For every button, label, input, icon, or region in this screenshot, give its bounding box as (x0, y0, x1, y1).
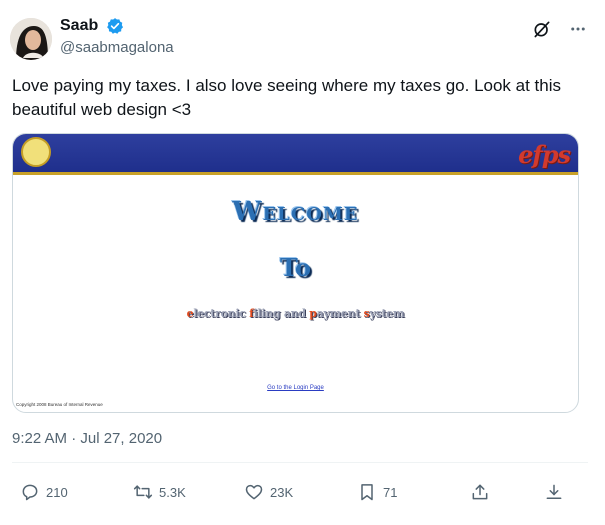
download-button[interactable] (544, 480, 564, 504)
grok-icon[interactable] (531, 18, 553, 40)
welcome-heading: Welcome (232, 197, 359, 227)
bookmark-icon (361, 484, 373, 501)
display-name[interactable]: Saab (60, 16, 98, 36)
reply-button[interactable]: 210 (20, 480, 68, 504)
verified-badge-icon (106, 17, 124, 35)
attached-image[interactable]: efps Welcome To electronic filing and pa… (12, 133, 579, 413)
share-button[interactable] (470, 480, 490, 504)
action-bar: 210 5.3K 23K 71 (12, 480, 587, 504)
repost-count: 5.3K (159, 484, 186, 500)
tweet-header: Saab @saabmagalona (10, 12, 595, 64)
repost-icon (133, 485, 153, 499)
author-names: Saab @saabmagalona (60, 16, 174, 58)
efps-logo: efps (518, 140, 571, 169)
bookmark-count: 71 (383, 484, 398, 500)
like-button[interactable]: 23K (244, 480, 293, 504)
reply-icon (22, 484, 38, 501)
efps-banner: efps (13, 134, 578, 175)
divider (12, 462, 588, 463)
tweet-text: Love paying my taxes. I also love seeing… (12, 76, 562, 119)
author-handle[interactable]: @saabmagalona (60, 38, 174, 58)
bookmark-button[interactable]: 71 (357, 480, 397, 504)
share-icon (472, 484, 488, 500)
efps-fullname: electronic filing and payment system (186, 307, 405, 320)
header-actions (531, 18, 589, 40)
like-count: 23K (270, 484, 294, 500)
tweet-timestamp[interactable]: 9:22 AM · Jul 27, 2020 (12, 430, 162, 447)
repost-button[interactable]: 5.3K (133, 480, 186, 504)
to-heading: To (279, 253, 312, 282)
bir-seal-icon (21, 137, 51, 167)
reply-count: 210 (46, 484, 68, 500)
like-icon (245, 484, 263, 500)
more-icon[interactable] (567, 18, 589, 40)
download-icon (546, 484, 562, 499)
copyright-text: Copyright 2008 Bureau of Internal Revenu… (16, 402, 103, 407)
avatar[interactable] (10, 18, 52, 60)
login-page-link[interactable]: Go to the Login Page (13, 385, 578, 391)
